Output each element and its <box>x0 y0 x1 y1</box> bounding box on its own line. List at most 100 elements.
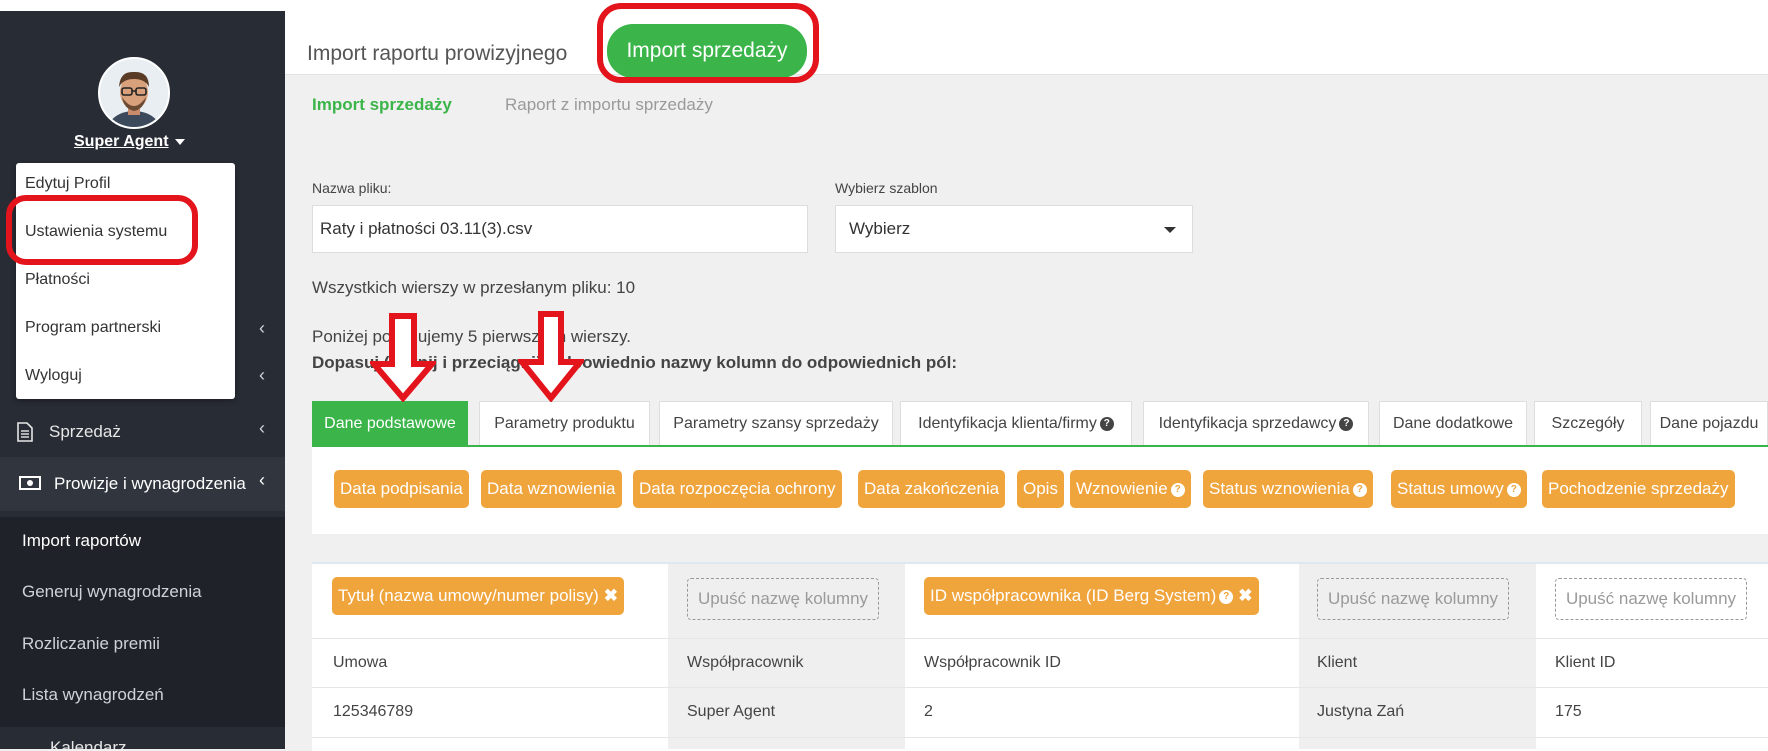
tab-label: Identyfikacja sprzedawcy <box>1158 415 1337 432</box>
table-cell: 2 <box>924 703 933 720</box>
top-tabs-bar: Import raportu prowizyjnego Import sprze… <box>285 11 1768 78</box>
tab-details[interactable]: Szczegóły <box>1534 401 1642 445</box>
menu-item-edit-profile[interactable]: Edytuj Profil <box>25 175 110 193</box>
submenu-item-generate-salaries[interactable]: Generuj wynagrodzenia <box>22 582 202 602</box>
column-header: Współpracownik <box>687 654 804 671</box>
chip-label: Data wznowienia <box>487 479 616 498</box>
user-menu-toggle[interactable]: Super Agent <box>74 133 185 151</box>
chip-label: ID współpracownika (ID Berg System) <box>930 586 1217 605</box>
subtab-sales-import[interactable]: Import sprzedaży <box>312 95 452 115</box>
tab-label: Dane podstawowe <box>324 415 456 432</box>
table-cell: Super Agent <box>687 703 776 720</box>
chip-label: Pochodzenie sprzedaży <box>1548 479 1729 498</box>
field-chip[interactable]: Data podpisania <box>334 470 469 508</box>
tab-additional-data[interactable]: Dane dodatkowe <box>1379 401 1527 445</box>
tab-label: Dane pojazdu <box>1659 415 1759 432</box>
drop-zone-label: Upuść nazwę kolumny <box>697 589 869 608</box>
chip-label: Opis <box>1023 479 1058 498</box>
rows-total-text: Wszystkich wierszy w przesłanym pliku: 1… <box>312 278 636 297</box>
table-cell: 175 <box>1555 703 1582 720</box>
chevron-left-icon: ‹ <box>259 365 265 385</box>
chip-label: Tytuł (nazwa umowy/numer polisy) <box>338 586 599 605</box>
table-cell: Justyna Zań <box>1317 703 1405 720</box>
chevron-down-icon: ‹ <box>259 470 265 490</box>
chip-label: Status wznowienia <box>1209 479 1350 498</box>
tab-label: Dane dodatkowe <box>1392 415 1514 432</box>
column-header: Klient ID <box>1555 654 1616 671</box>
field-chip[interactable]: Status umowy? <box>1391 470 1527 508</box>
field-chip[interactable]: Pochodzenie sprzedaży <box>1542 470 1735 508</box>
menu-item-logout[interactable]: Wyloguj <box>25 367 82 385</box>
sidebar: Super Agent ‹ ‹ Sprzedaż ‹ Prowizje i wy… <box>0 0 285 749</box>
chip-label: Status umowy <box>1397 479 1504 498</box>
remove-icon[interactable]: ✖ <box>1238 586 1252 605</box>
assigned-field-chip[interactable]: Tytuł (nazwa umowy/numer polisy) ✖ <box>332 577 625 615</box>
chip-label: Data podpisania <box>340 479 463 498</box>
template-select[interactable]: Wybierz <box>835 205 1193 253</box>
column-drop-zone[interactable]: Upuść nazwę kolumny <box>1317 578 1509 620</box>
help-icon[interactable]: ? <box>1339 416 1354 431</box>
arrow-down-icon <box>370 313 436 402</box>
tab-product-params[interactable]: Parametry produktu <box>479 401 650 445</box>
tab-vehicle-data[interactable]: Dane pojazdu <box>1650 401 1768 445</box>
submenu-item-salary-list[interactable]: Lista wynagrodzeń <box>22 685 164 705</box>
assigned-field-chip[interactable]: ID współpracownika (ID Berg System)? ✖ <box>924 577 1259 615</box>
highlight-ring <box>597 3 819 83</box>
money-icon <box>19 476 41 490</box>
table-cell: 125346789 <box>333 703 414 720</box>
tab-label: Szczegóły <box>1551 415 1625 432</box>
tab-seller-identification[interactable]: Identyfikacja sprzedawcy? <box>1143 401 1369 445</box>
chip-label: Wznowienie <box>1076 479 1168 498</box>
drop-zone-label: Upuść nazwę kolumny <box>1327 589 1499 608</box>
remove-icon[interactable]: ✖ <box>604 586 618 605</box>
highlight-ring <box>6 195 198 265</box>
file-name-field[interactable]: Raty i płatności 03.11(3).csv <box>312 205 808 253</box>
field-chip[interactable]: Opis <box>1017 470 1064 508</box>
tab-basic-data[interactable]: Dane podstawowe <box>312 401 468 445</box>
sidebar-item-commissions[interactable]: Prowizje i wynagrodzenia ‹ <box>0 457 285 511</box>
file-name-value: Raty i płatności 03.11(3).csv <box>320 219 533 238</box>
column-drop-zone[interactable]: Upuść nazwę kolumny <box>687 578 879 620</box>
submenu-item-import-reports[interactable]: Import raportów <box>22 531 141 551</box>
help-icon[interactable]: ? <box>1099 416 1114 431</box>
menu-item-partner-program[interactable]: Program partnerski <box>25 319 161 337</box>
sidebar-item-sales-label: Sprzedaż <box>49 422 121 441</box>
chevron-left-icon: ‹ <box>259 318 265 338</box>
help-icon[interactable]: ? <box>1219 589 1234 604</box>
submenu-item-bonus-settlement[interactable]: Rozliczanie premii <box>22 634 160 654</box>
tab-sales-opportunity-params[interactable]: Parametry szansy sprzedaży <box>659 401 893 445</box>
user-avatar[interactable] <box>98 57 170 129</box>
tab-client-identification[interactable]: Identyfikacja klienta/firmy? <box>900 401 1132 445</box>
chip-label: Data rozpoczęcia ochrony <box>639 479 836 498</box>
tab-commission-report-import[interactable]: Import raportu prowizyjnego <box>307 42 567 66</box>
avatar-image <box>100 59 168 127</box>
username-label: Super Agent <box>74 133 169 150</box>
arrow-down-icon <box>518 311 584 402</box>
file-name-label: Nazwa pliku: <box>312 180 392 196</box>
field-chip[interactable]: Wznowienie? <box>1070 470 1191 508</box>
sidebar-item-commissions-label: Prowizje i wynagrodzenia <box>54 474 246 493</box>
row-divider <box>312 638 1768 639</box>
column-drop-zone[interactable]: Upuść nazwę kolumny <box>1555 578 1747 620</box>
chevron-left-icon: ‹ <box>259 418 265 438</box>
document-icon <box>17 422 33 442</box>
sidebar-top-strip <box>0 0 285 11</box>
column-header: Umowa <box>333 654 388 671</box>
help-icon[interactable]: ? <box>1170 482 1185 497</box>
column-header: Współpracownik ID <box>924 654 1061 671</box>
help-icon[interactable]: ? <box>1506 482 1521 497</box>
template-select-value: Wybierz <box>849 219 911 238</box>
field-chip[interactable]: Data wznowienia <box>481 470 622 508</box>
sidebar-item-calendar-label[interactable]: Kalendarz <box>50 738 127 749</box>
row-divider <box>312 687 1768 688</box>
row-divider <box>312 737 1768 738</box>
caret-down-icon <box>174 138 185 145</box>
field-chip[interactable]: Data rozpoczęcia ochrony <box>633 470 842 508</box>
field-chip[interactable]: Status wznowienia? <box>1203 470 1373 508</box>
tab-label: Parametry produktu <box>494 415 635 432</box>
tab-label: Identyfikacja klienta/firmy <box>918 415 1097 432</box>
help-icon[interactable]: ? <box>1352 482 1367 497</box>
field-chip[interactable]: Data zakończenia <box>858 470 1006 508</box>
subtab-import-report[interactable]: Raport z importu sprzedaży <box>505 95 713 115</box>
menu-item-payments[interactable]: Płatności <box>25 271 90 289</box>
